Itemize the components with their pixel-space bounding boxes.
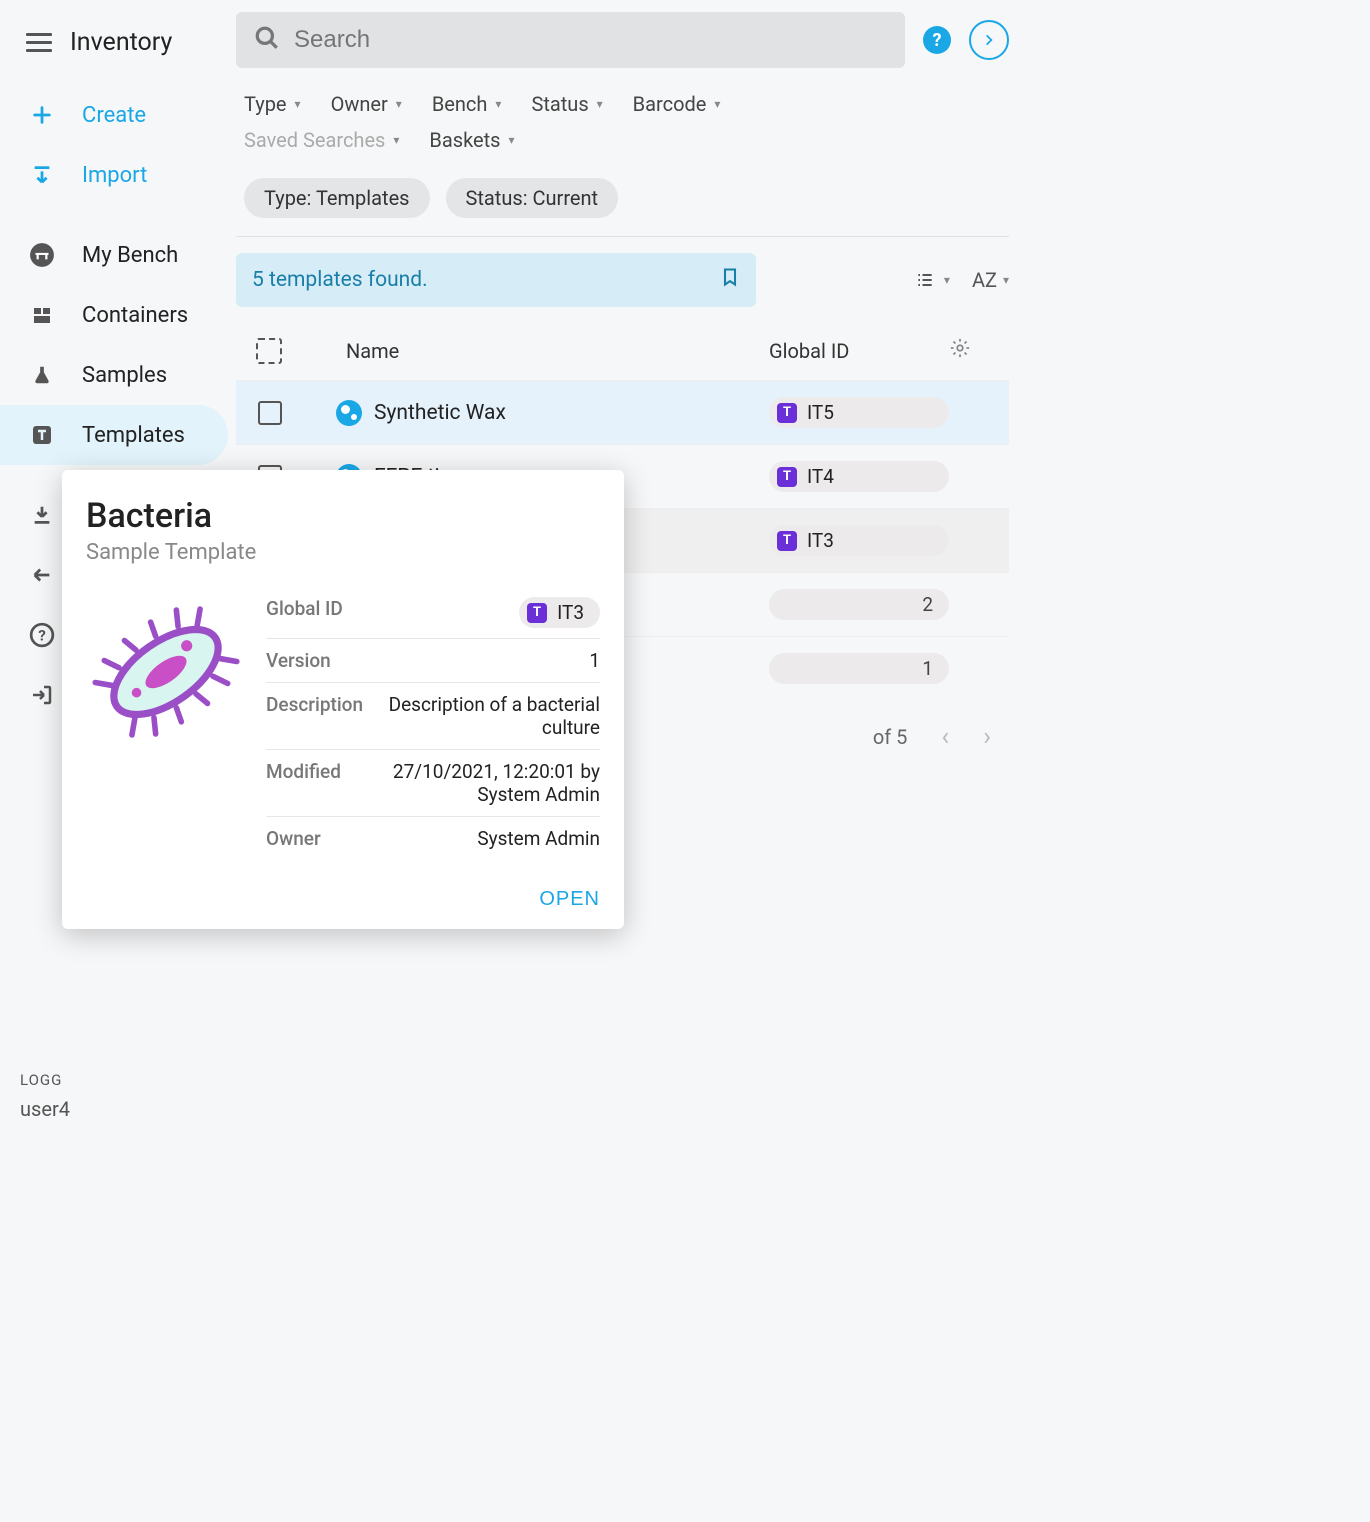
chip-type[interactable]: Type: Templates [244,178,430,218]
list-icon [912,270,938,290]
chevron-down-icon: ▾ [509,133,515,147]
field-label: Version [266,649,331,672]
open-button[interactable]: OPEN [539,888,600,911]
sidebar-item-label: Containers [82,303,188,328]
field-label: Modified [266,760,341,806]
chevron-down-icon: ▾ [714,97,720,111]
filter-status[interactable]: Status▾ [531,92,602,116]
popover-title: Bacteria [86,496,600,536]
templates-icon [28,421,56,449]
svg-text:?: ? [38,626,46,644]
sidebar-item-mybench[interactable]: My Bench [0,225,236,285]
app-title: Inventory [70,28,172,57]
chevron-right-icon [982,33,996,47]
filter-baskets[interactable]: Baskets▾ [429,128,514,152]
id-pill: TIT5 [769,397,949,428]
field-value: Description of a bacterial culture [363,693,600,739]
sidebar-item-label: Samples [82,363,167,388]
field-value: 1 [589,649,600,672]
page-range: of 5 [873,725,908,749]
chevron-down-icon: ▾ [495,97,501,111]
id-pill: 2 [769,589,949,620]
containers-icon [28,301,56,329]
t-badge-icon: T [777,467,797,487]
help-circle-icon: ? [28,621,56,649]
bookmark-icon[interactable] [720,265,740,295]
field-label: Description [266,693,363,739]
sample-icon [336,400,362,426]
sidebar-item-create[interactable]: Create [0,85,236,145]
col-gid: Global ID [769,339,949,363]
select-all-icon[interactable] [256,338,282,364]
id-pill: TIT3 [769,525,949,556]
menu-icon[interactable] [26,33,52,52]
id-pill: TIT3 [519,597,600,628]
popover-subtitle: Sample Template [86,540,600,565]
filter-bench[interactable]: Bench▾ [432,92,502,116]
chevron-down-icon: ▾ [944,273,950,287]
logged-in-label: LOGG [20,1071,216,1089]
arrow-left-icon [28,561,56,589]
filter-barcode[interactable]: Barcode▾ [633,92,721,116]
search-icon [254,25,280,55]
sidebar-item-containers[interactable]: Containers [0,285,236,345]
t-badge-icon: T [777,531,797,551]
chevron-down-icon: ▾ [295,97,301,111]
field-value: 27/10/2021, 12:20:01 by System Admin [341,760,600,806]
results-found: 5 templates found. [236,253,756,307]
bench-icon [28,241,56,269]
table-header: Name Global ID [236,321,1009,380]
search-input[interactable] [294,26,887,54]
logged-in-user: user4 [20,1097,216,1121]
gear-icon[interactable] [949,337,999,364]
expand-panel-button[interactable] [969,20,1009,60]
bacteria-icon [86,587,246,757]
chevron-down-icon: ▾ [1003,273,1009,287]
t-badge-icon: T [777,403,797,423]
sidebar-item-label: Templates [82,423,185,448]
t-badge-icon: T [527,603,547,623]
filter-type[interactable]: Type▾ [244,92,301,116]
sidebar-item-label: Create [82,103,146,128]
table-row[interactable]: Synthetic Wax TIT5 [236,380,1009,444]
sidebar-item-import[interactable]: Import [0,145,236,205]
col-name: Name [336,339,769,363]
prev-page-button[interactable]: ‹ [941,722,949,752]
view-mode[interactable]: ▾ [912,270,950,290]
chip-status[interactable]: Status: Current [446,178,619,218]
filter-saved-searches[interactable]: Saved Searches▾ [244,128,399,152]
field-label: Owner [266,827,321,850]
help-button[interactable]: ? [923,26,951,54]
id-pill: 1 [769,653,949,684]
sidebar-item-templates[interactable]: Templates [0,405,228,465]
import-icon [28,161,56,189]
chevron-down-icon: ▾ [597,97,603,111]
id-pill: TIT4 [769,461,949,492]
download-icon [28,501,56,529]
sidebar-item-label: My Bench [82,243,178,268]
filter-owner[interactable]: Owner▾ [331,92,402,116]
sidebar-item-samples[interactable]: Samples [0,345,236,405]
row-checkbox[interactable] [258,401,282,425]
logout-icon [28,681,56,709]
search-box[interactable] [236,12,905,68]
flask-icon [28,361,56,389]
sort-alpha[interactable]: AZ ▾ [972,268,1009,292]
plus-icon [28,101,56,129]
template-popover: Bacteria Sample Template [62,470,624,929]
row-name: Synthetic Wax [374,401,506,425]
field-value: System Admin [477,827,600,850]
sidebar-item-label: Import [82,163,147,188]
chevron-down-icon: ▾ [396,97,402,111]
next-page-button[interactable]: › [983,722,991,752]
chevron-down-icon: ▾ [393,133,399,147]
field-label: Global ID [266,597,343,628]
